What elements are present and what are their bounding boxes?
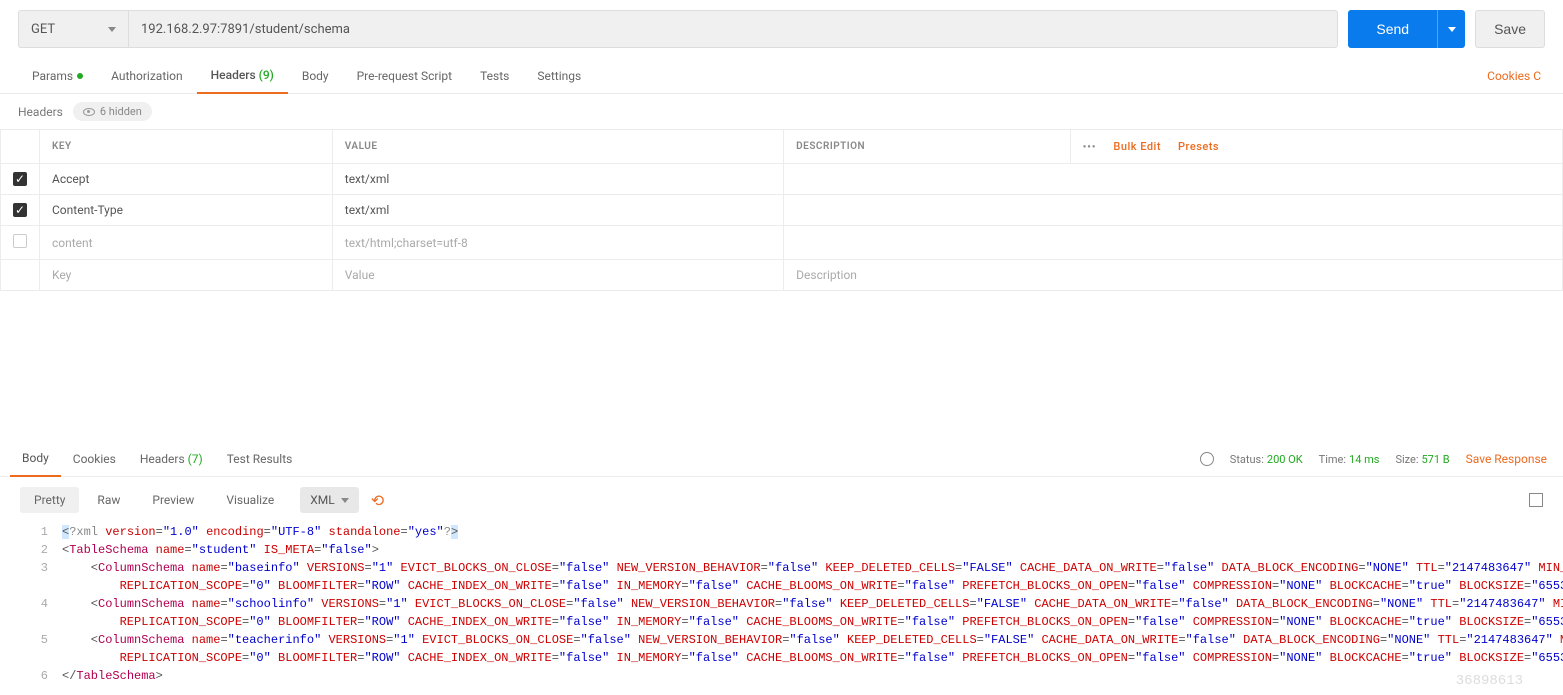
url-input[interactable]: 192.168.2.97:7891/student/schema	[128, 10, 1338, 48]
tab-settings[interactable]: Settings	[523, 59, 595, 93]
time: Time: 14 ms	[1319, 452, 1380, 466]
hidden-headers-toggle[interactable]: 6 hidden	[73, 102, 152, 121]
cookies-link[interactable]: Cookies C	[1483, 59, 1545, 93]
headers-table: KEY VALUE DESCRIPTION ••• Bulk Edit Pres…	[0, 129, 1563, 291]
spacer	[0, 291, 1563, 441]
http-method-select[interactable]: GET	[18, 10, 128, 48]
resp-tab-headers[interactable]: Headers (7)	[128, 442, 215, 476]
response-tabs: Body Cookies Headers (7) Test Results St…	[0, 441, 1563, 477]
view-pretty[interactable]: Pretty	[20, 487, 79, 513]
view-raw[interactable]: Raw	[83, 487, 134, 513]
status: Status: 200 OK	[1230, 452, 1303, 466]
row-checkbox[interactable]: ✓	[13, 203, 27, 217]
response-body[interactable]: 1<?xml version="1.0" encoding="UTF-8" st…	[0, 523, 1563, 695]
header-value[interactable]: text/xml	[332, 195, 783, 226]
watermark: 36898613	[1456, 673, 1523, 689]
resp-tab-test-results[interactable]: Test Results	[215, 442, 305, 476]
more-icon[interactable]: •••	[1083, 142, 1097, 153]
headers-title: Headers	[18, 105, 63, 119]
header-desc[interactable]	[784, 164, 1563, 195]
header-key[interactable]: Accept	[40, 164, 333, 195]
copy-icon[interactable]	[1529, 493, 1543, 507]
chevron-down-icon	[341, 498, 349, 503]
request-tabs: Params Authorization Headers (9) Body Pr…	[0, 58, 1563, 94]
col-value: VALUE	[332, 130, 783, 164]
value-input[interactable]: Value	[332, 260, 783, 291]
table-row[interactable]: contenttext/html;charset=utf-8	[1, 226, 1563, 260]
resp-tab-cookies[interactable]: Cookies	[61, 442, 128, 476]
save-button[interactable]: Save	[1475, 10, 1545, 48]
response-body-wrap: 1<?xml version="1.0" encoding="UTF-8" st…	[0, 523, 1563, 695]
header-key[interactable]: Content-Type	[40, 195, 333, 226]
eye-icon	[83, 108, 95, 116]
response-meta: Status: 200 OK Time: 14 ms Size: 571 B S…	[1200, 452, 1553, 466]
tab-params[interactable]: Params	[18, 59, 97, 93]
col-checkbox	[1, 130, 40, 164]
header-value[interactable]: text/xml	[332, 164, 783, 195]
header-value[interactable]: text/html;charset=utf-8	[332, 226, 783, 260]
send-button[interactable]: Send	[1348, 10, 1437, 48]
view-preview[interactable]: Preview	[138, 487, 208, 513]
size: Size: 571 B	[1395, 452, 1449, 466]
bulk-edit-link[interactable]: Bulk Edit	[1113, 140, 1161, 153]
url-value: 192.168.2.97:7891/student/schema	[141, 22, 350, 37]
tab-tests[interactable]: Tests	[466, 59, 523, 93]
chevron-down-icon	[108, 27, 116, 32]
tab-body[interactable]: Body	[288, 59, 343, 93]
tab-authorization[interactable]: Authorization	[97, 59, 197, 93]
request-bar: GET 192.168.2.97:7891/student/schema Sen…	[0, 0, 1563, 58]
key-input[interactable]: Key	[40, 260, 333, 291]
table-row-new[interactable]: KeyValueDescription	[1, 260, 1563, 291]
col-key: KEY	[40, 130, 333, 164]
header-key[interactable]: content	[40, 226, 333, 260]
tab-headers[interactable]: Headers (9)	[197, 58, 288, 94]
col-description: DESCRIPTION	[784, 130, 1071, 164]
save-response-link[interactable]: Save Response	[1466, 452, 1547, 466]
chevron-down-icon	[1448, 27, 1456, 32]
presets-link[interactable]: Presets	[1178, 140, 1219, 153]
col-tools: ••• Bulk Edit Presets	[1070, 130, 1562, 164]
resp-tab-body[interactable]: Body	[10, 441, 61, 477]
headers-subheader: Headers 6 hidden	[0, 94, 1563, 129]
table-row[interactable]: ✓ Content-Typetext/xml	[1, 195, 1563, 226]
row-checkbox[interactable]	[13, 234, 27, 248]
tab-prerequest[interactable]: Pre-request Script	[343, 59, 466, 93]
response-view-bar: Pretty Raw Preview Visualize XML ⟲	[0, 477, 1563, 523]
params-indicator-dot	[77, 73, 83, 79]
view-visualize[interactable]: Visualize	[212, 487, 288, 513]
header-desc[interactable]	[784, 195, 1563, 226]
globe-icon[interactable]	[1200, 452, 1214, 466]
wrap-lines-icon[interactable]: ⟲	[371, 491, 384, 510]
send-dropdown-button[interactable]	[1437, 10, 1465, 48]
desc-input[interactable]: Description	[784, 260, 1563, 291]
row-checkbox[interactable]: ✓	[13, 172, 27, 186]
format-select[interactable]: XML	[300, 487, 358, 513]
table-row[interactable]: ✓ Accepttext/xml	[1, 164, 1563, 195]
http-method-value: GET	[31, 22, 55, 37]
header-desc[interactable]	[784, 226, 1563, 260]
